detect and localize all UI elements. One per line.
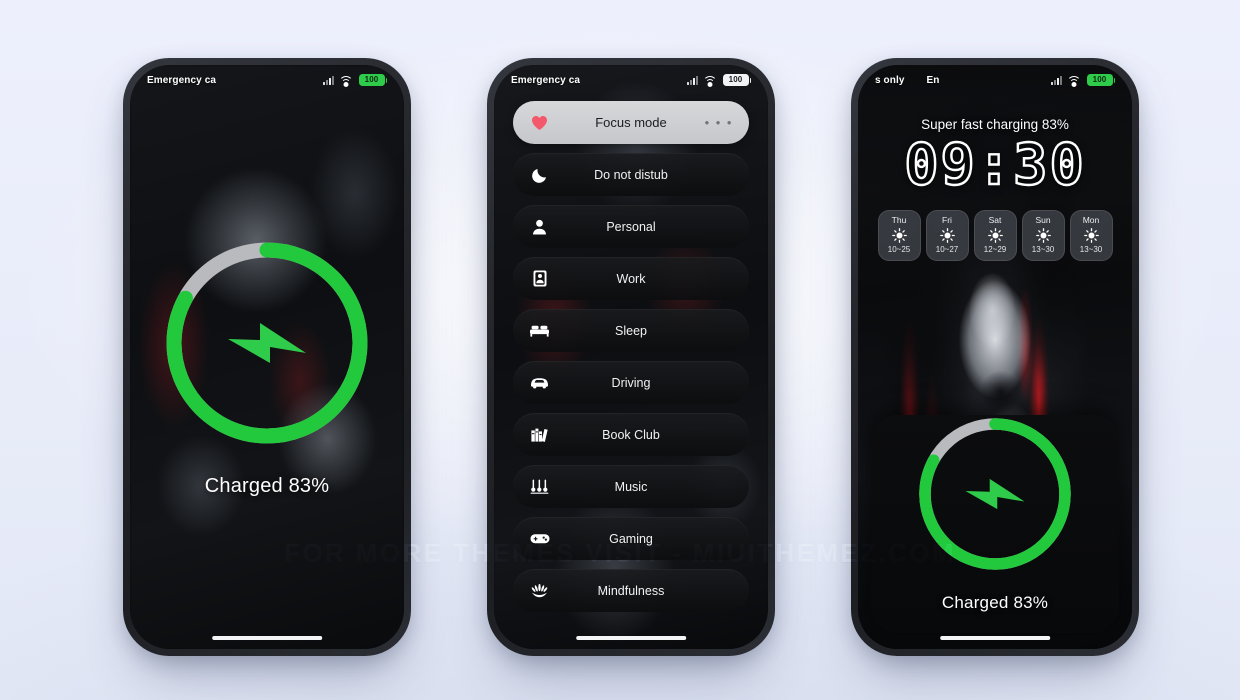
signal-icon — [322, 75, 334, 85]
phone-2-statusbar: Emergency ca 100 — [494, 65, 768, 95]
weather-forecast-widget[interactable]: Thu 10~25 Fri 10~27 Sat 12~29 Sun 13~30 … — [868, 210, 1122, 261]
sun-icon — [1035, 227, 1051, 243]
wifi-icon — [339, 75, 353, 87]
heart-icon — [529, 112, 550, 133]
focus-item-work[interactable]: Work — [513, 257, 749, 300]
weather-temp-label: 13~30 — [1079, 244, 1103, 254]
sun-icon — [939, 227, 955, 243]
focus-item-focus-mode[interactable]: Focus mode • • • — [513, 101, 749, 144]
focus-item-book-club[interactable]: Book Club — [513, 413, 749, 456]
lightning-bolt-icon — [965, 463, 1025, 525]
phone-2-screen: Emergency ca 100 Focus mode • • • Do not… — [494, 65, 768, 649]
charge-ring — [914, 413, 1076, 575]
battery-level-label: 100 — [722, 74, 749, 86]
home-indicator[interactable] — [940, 636, 1050, 640]
home-indicator[interactable] — [576, 636, 686, 640]
battery-tip — [749, 77, 751, 83]
phone-1-charging-lockscreen: Emergency ca 100 Charged 83% — [123, 58, 411, 656]
phone-1-statusbar: Emergency ca 100 — [130, 65, 404, 95]
phone-1-screen: Emergency ca 100 Charged 83% — [130, 65, 404, 649]
weather-card[interactable]: Sun 13~30 — [1021, 210, 1065, 261]
wifi-icon — [703, 75, 717, 87]
music-icon — [529, 476, 550, 497]
phone-3-lockscreen-widgets: s only En 100 Super fast charging 83% 09… — [851, 58, 1139, 656]
battery-level-label: 100 — [358, 74, 385, 86]
lockscreen-clock: 09:30 — [903, 132, 1086, 198]
charged-label: Charged 83% — [204, 475, 330, 497]
battery-level-label: 100 — [1086, 74, 1113, 86]
focus-item-sleep[interactable]: Sleep — [513, 309, 749, 352]
battery-tip — [385, 77, 387, 83]
signal-icon — [1050, 75, 1062, 85]
phone-2-focus-mode: Emergency ca 100 Focus mode • • • Do not… — [487, 58, 775, 656]
weather-temp-label: 10~25 — [887, 244, 911, 254]
sun-icon — [1083, 227, 1099, 243]
battery-tip — [1113, 77, 1115, 83]
bed-icon — [529, 320, 550, 341]
carrier-label: Emergency ca — [511, 74, 581, 86]
weather-card[interactable]: Mon 13~30 — [1069, 210, 1113, 261]
sun-icon — [891, 227, 907, 243]
weather-day-label: Sun — [1035, 215, 1051, 225]
focus-mode-list: Focus mode • • • Do not distub Personal — [513, 101, 749, 612]
sun-icon — [987, 227, 1003, 243]
weather-card[interactable]: Thu 10~25 — [877, 210, 921, 261]
weather-temp-label: 12~29 — [983, 244, 1007, 254]
lotus-hands-icon — [529, 580, 550, 601]
weather-temp-label: 13~30 — [1031, 244, 1055, 254]
phone-3-screen: s only En 100 Super fast charging 83% 09… — [858, 65, 1132, 649]
focus-item-do-not-disturb[interactable]: Do not distub — [513, 153, 749, 196]
battery-icon: 100 — [1086, 74, 1115, 86]
super-fast-charging-label: Super fast charging 83% — [921, 117, 1069, 132]
car-icon — [529, 372, 550, 393]
signal-icon — [686, 75, 698, 85]
focus-item-personal[interactable]: Personal — [513, 205, 749, 248]
person-icon — [529, 216, 550, 237]
focus-item-driving[interactable]: Driving — [513, 361, 749, 404]
carrier-label-primary: s only — [875, 74, 905, 86]
phone-3-charge-widget: Charged 83% — [914, 413, 1076, 613]
moon-icon — [529, 164, 550, 185]
carrier-label-secondary: En — [926, 74, 940, 86]
weather-day-label: Mon — [1082, 215, 1100, 225]
home-indicator[interactable] — [212, 636, 322, 640]
phone-1-charge-widget: Charged 83% — [161, 237, 373, 498]
books-icon — [529, 424, 550, 445]
battery-icon: 100 — [358, 74, 387, 86]
focus-item-mindfulness[interactable]: Mindfulness — [513, 569, 749, 612]
charge-ring — [161, 237, 373, 449]
wifi-icon — [1067, 75, 1081, 87]
weather-card[interactable]: Fri 10~27 — [925, 210, 969, 261]
more-options-icon[interactable]: • • • — [705, 116, 733, 129]
weather-day-label: Fri — [942, 215, 952, 225]
gamepad-icon — [529, 528, 550, 549]
weather-day-label: Sat — [988, 215, 1002, 225]
carrier-label: Emergency ca — [147, 74, 217, 86]
focus-item-music[interactable]: Music — [513, 465, 749, 508]
weather-card[interactable]: Sat 12~29 — [973, 210, 1017, 261]
focus-item-gaming[interactable]: Gaming — [513, 517, 749, 560]
battery-icon: 100 — [722, 74, 751, 86]
lightning-bolt-icon — [228, 302, 306, 384]
briefcase-icon — [529, 268, 550, 289]
weather-temp-label: 10~27 — [935, 244, 959, 254]
phone-3-statusbar: s only En 100 — [858, 65, 1132, 95]
weather-day-label: Thu — [891, 215, 907, 225]
charged-label: Charged 83% — [941, 593, 1049, 612]
